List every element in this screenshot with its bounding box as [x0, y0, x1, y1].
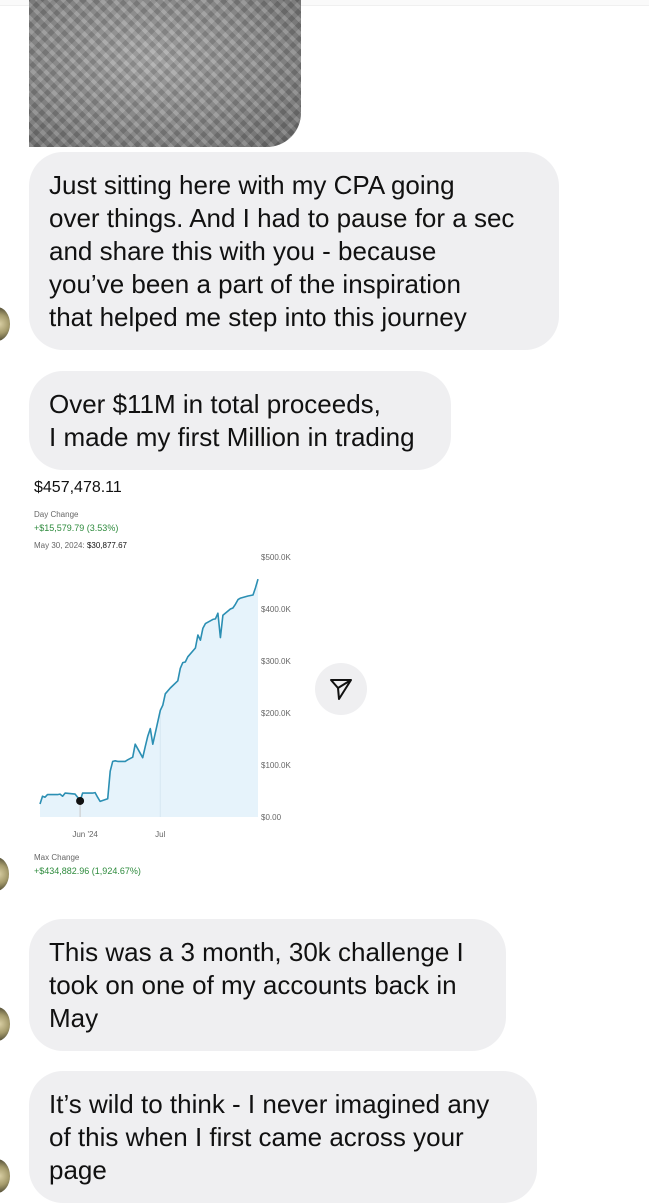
message-text: Just sitting here with my CPA going	[49, 170, 455, 200]
y-tick-label: $200.0K	[261, 709, 291, 718]
message-text: over things. And I had to pause for a se…	[49, 203, 515, 233]
max-change-label: Max Change	[34, 853, 80, 862]
max-change-value: +$434,882.96 (1,924.67%)	[34, 866, 141, 876]
sender-avatar[interactable]	[0, 1159, 10, 1193]
selected-date: May 30, 2024:	[34, 541, 85, 550]
message-text: and share this with you - because	[49, 236, 437, 266]
selected-point-marker	[76, 796, 85, 805]
y-tick-label: $0.00	[261, 813, 282, 822]
message-text: page	[49, 1155, 107, 1185]
day-change-value: +$15,579.79 (3.53%)	[34, 523, 119, 533]
message-text: Over $11M in total proceeds,	[49, 389, 381, 419]
y-tick-label: $300.0K	[261, 657, 291, 666]
message-bubble: Just sitting here with my CPA going over…	[0, 152, 559, 350]
message-text: you’ve been a part of the inspiration	[49, 269, 461, 299]
message-bubble: Over $11M in total proceeds, I made my f…	[29, 371, 451, 470]
message-text: This was a 3 month, 30k challenge I	[49, 937, 464, 967]
message-text: took on one of my accounts back in	[49, 970, 457, 1000]
send-icon	[330, 679, 352, 700]
chart-area-fill	[40, 579, 258, 817]
share-button[interactable]	[315, 663, 367, 715]
sender-avatar[interactable]	[0, 1007, 10, 1041]
message-text: that helped me step into this journey	[49, 302, 467, 332]
y-tick-label: $500.0K	[261, 553, 291, 562]
portfolio-area-chart[interactable]: $500.0K $400.0K $300.0K $200.0K $100.0K $0.00…	[28, 552, 300, 852]
day-change-label: Day Change	[34, 510, 79, 519]
shared-photo[interactable]	[29, 0, 301, 147]
portfolio-balance: $457,478.11	[34, 479, 122, 496]
selected-point-readout: May 30, 2024: $30,877.67	[34, 541, 127, 550]
portfolio-chart-card[interactable]: $457,478.11 Day Change +$15,579.79 (3.53…	[0, 474, 300, 894]
y-tick-label: $400.0K	[261, 605, 291, 614]
x-tick-label: Jun '24	[72, 830, 98, 839]
message-bubble: It’s wild to think - I never imagined an…	[0, 1071, 537, 1203]
message-bubble: This was a 3 month, 30k challenge I took…	[0, 919, 506, 1051]
message-text: May	[49, 1003, 99, 1033]
message-text: of this when I first came across your	[49, 1122, 464, 1152]
message-text: I made my first Million in trading	[49, 422, 415, 452]
sender-avatar[interactable]	[0, 307, 10, 341]
message-text: It’s wild to think - I never imagined an…	[49, 1089, 490, 1119]
x-tick-label: Jul	[155, 830, 165, 839]
y-tick-label: $100.0K	[261, 761, 291, 770]
selected-value: $30,877.67	[86, 541, 127, 550]
sender-avatar[interactable]	[0, 857, 9, 891]
